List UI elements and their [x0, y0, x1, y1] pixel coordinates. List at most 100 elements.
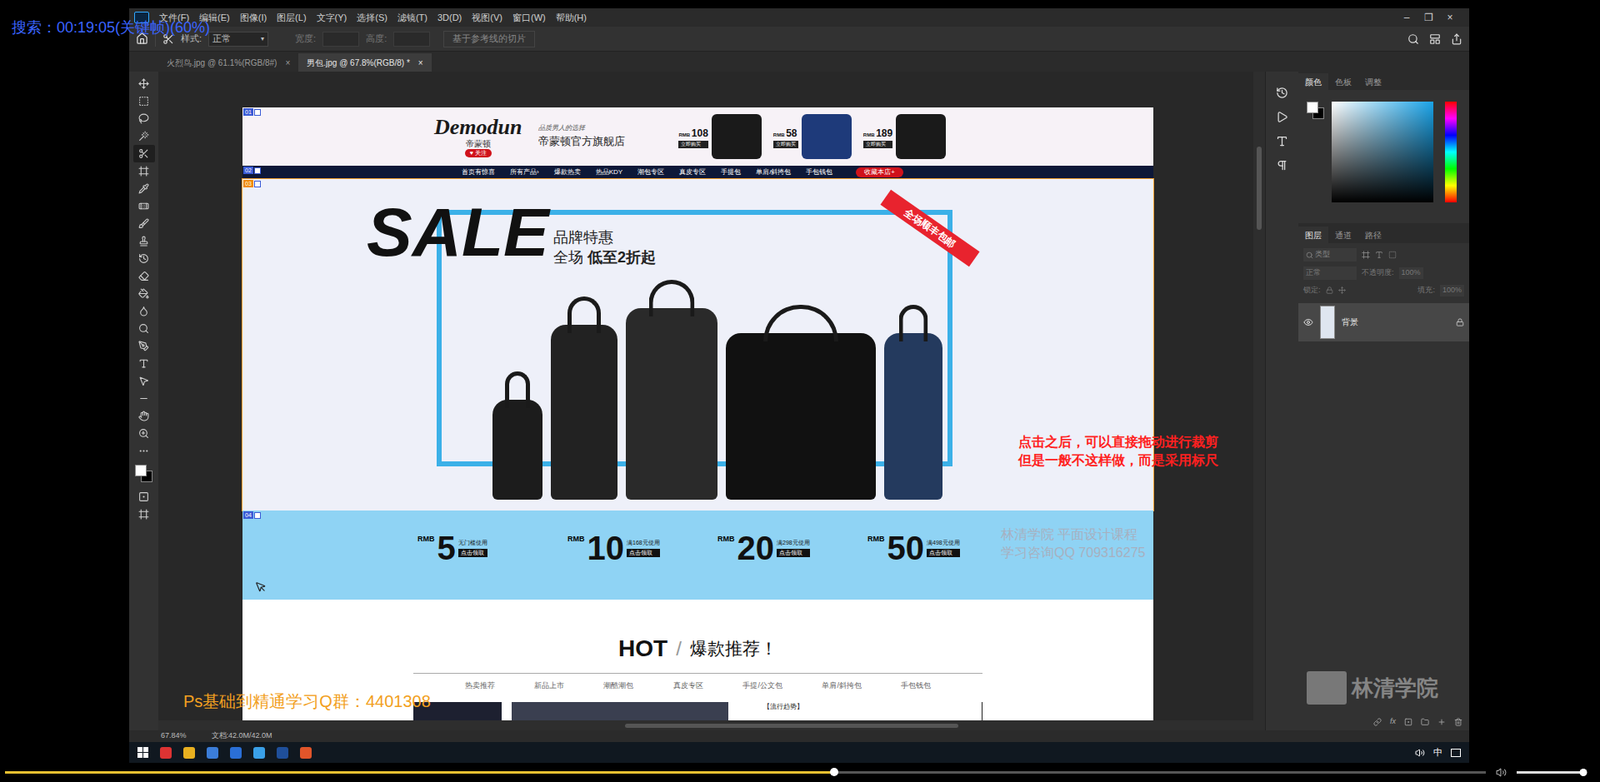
player-volume-icon[interactable] — [1495, 767, 1507, 779]
window-control[interactable]: – — [1395, 10, 1418, 25]
windows-start-icon[interactable] — [137, 747, 149, 759]
nav-item[interactable]: 真皮专区 — [679, 167, 706, 178]
menu-item[interactable]: 图像(I) — [235, 10, 272, 25]
panel-tab[interactable]: 通道 — [1328, 226, 1359, 244]
window-control[interactable]: × — [1439, 10, 1461, 25]
tool-button[interactable] — [133, 92, 155, 110]
hot-tab[interactable]: 新品上市 — [534, 680, 565, 693]
panel-tab[interactable]: 颜色 — [1298, 73, 1329, 90]
tab-close[interactable]: × — [285, 56, 290, 70]
window-control[interactable]: ❐ — [1417, 10, 1440, 25]
coupon[interactable]: RMB5无门槛使用点击领取 — [417, 529, 540, 568]
tool-button[interactable] — [133, 390, 155, 408]
nav-item[interactable]: 所有产品› — [510, 167, 540, 178]
slice-label[interactable]: 01 — [243, 108, 261, 116]
color-swatches[interactable] — [135, 465, 154, 484]
nav-item[interactable]: 热品KDY — [595, 167, 623, 178]
screen-mode-icon[interactable] — [138, 509, 150, 520]
coupon[interactable]: RMB20满298元使用点击领取 — [717, 529, 840, 568]
tool-button[interactable] — [133, 267, 155, 285]
panel-tab[interactable]: 路径 — [1358, 226, 1389, 244]
tool-button[interactable] — [133, 442, 155, 460]
progress-bar[interactable] — [5, 771, 1486, 775]
panel-tab[interactable]: 调整 — [1358, 73, 1389, 90]
layer-row[interactable]: 背景 — [1298, 303, 1470, 342]
fx-icon[interactable]: fx — [1390, 716, 1396, 729]
header-product[interactable]: RMB 108立即购买 — [678, 114, 761, 160]
coupon[interactable]: RMB50满498元使用点击领取 — [867, 529, 990, 568]
tool-button[interactable] — [133, 337, 155, 355]
menu-item[interactable]: 选择(S) — [351, 10, 393, 25]
nav-item[interactable]: 手包钱包 — [805, 167, 833, 178]
visibility-icon[interactable] — [1303, 317, 1314, 328]
tab-close[interactable]: × — [418, 56, 424, 70]
character-icon[interactable] — [1275, 135, 1289, 148]
header-product[interactable]: RMB 189立即购买 — [863, 114, 946, 160]
link-icon[interactable] — [1373, 718, 1382, 727]
hot-tab[interactable]: 手提/公文包 — [742, 680, 783, 693]
mask-icon[interactable] — [1404, 718, 1413, 727]
follow-badge[interactable]: ♥ 关注 — [465, 149, 492, 158]
new-layer-icon[interactable] — [1437, 718, 1446, 727]
blend-mode[interactable]: 正常 — [1303, 266, 1357, 280]
tool-button[interactable] — [133, 372, 155, 390]
search-icon[interactable] — [1407, 33, 1420, 45]
header-product[interactable]: RMB 58立即购买 — [773, 114, 852, 160]
tool-button[interactable] — [133, 127, 155, 145]
coupon[interactable]: RMB10满168元使用点击领取 — [567, 529, 690, 568]
hot-tab[interactable]: 热卖推荐 — [465, 680, 495, 693]
tool-button[interactable] — [133, 425, 155, 443]
nav-item[interactable]: 手提包 — [720, 167, 741, 178]
menu-item[interactable]: 视图(V) — [466, 10, 508, 25]
tool-button[interactable] — [133, 320, 155, 338]
ime-indicator[interactable]: 中 — [1433, 745, 1443, 760]
volume-slider[interactable] — [1516, 771, 1587, 775]
tool-button[interactable] — [133, 215, 155, 233]
taskbar-app-icon[interactable] — [300, 747, 312, 760]
slice-label[interactable]: 04 — [243, 511, 261, 520]
tool-button[interactable] — [133, 302, 155, 320]
menu-item[interactable]: 3D(D) — [432, 10, 467, 25]
tool-button[interactable] — [133, 75, 155, 93]
tool-button[interactable] — [133, 180, 155, 198]
tool-button[interactable] — [133, 145, 155, 163]
panel-tab[interactable]: 色板 — [1328, 73, 1359, 90]
trash-icon[interactable] — [1454, 718, 1463, 727]
taskbar-app-icon[interactable] — [206, 747, 219, 760]
nav-item[interactable]: 潮包专区 — [637, 167, 665, 178]
height-input[interactable] — [393, 31, 430, 47]
hot-tab[interactable]: 单肩/斜挎包 — [821, 680, 862, 693]
tool-button[interactable] — [133, 197, 155, 215]
taskbar-app-icon[interactable] — [160, 747, 172, 760]
taskbar-app-icon[interactable] — [276, 747, 289, 760]
hot-tab[interactable]: 手包钱包 — [900, 680, 931, 693]
tool-button[interactable] — [133, 407, 155, 425]
history-icon[interactable] — [1275, 86, 1289, 100]
actions-icon[interactable] — [1275, 110, 1289, 124]
paragraph-icon[interactable] — [1275, 159, 1289, 172]
width-input[interactable] — [322, 31, 360, 47]
hot-tab[interactable]: 潮酷潮包 — [603, 680, 634, 693]
taskbar-app-icon[interactable] — [253, 747, 265, 760]
menu-item[interactable]: 文字(Y) — [311, 10, 353, 25]
notification-icon[interactable] — [1450, 749, 1461, 758]
tool-button[interactable] — [133, 250, 155, 268]
horizontal-scrollbar[interactable] — [158, 720, 1265, 731]
workspace-icon[interactable] — [1429, 33, 1441, 45]
menu-item[interactable]: 滤镜(T) — [392, 10, 433, 25]
layer-filter[interactable]: 类型 — [1303, 248, 1357, 262]
vertical-scrollbar[interactable] — [1253, 71, 1265, 721]
slice-label[interactable]: 03 — [243, 180, 261, 188]
group-icon[interactable] — [1420, 718, 1430, 727]
menu-item[interactable]: 图层(L) — [271, 10, 311, 25]
document-tab[interactable]: 男包.jpg @ 67.8%(RGB/8) *× — [298, 53, 431, 72]
menu-item[interactable]: 帮助(H) — [550, 10, 592, 25]
tool-button[interactable] — [133, 355, 155, 373]
tool-button[interactable] — [133, 232, 155, 250]
color-field[interactable] — [1331, 101, 1434, 203]
tool-button[interactable] — [133, 162, 155, 180]
hue-slider[interactable] — [1445, 101, 1457, 203]
nav-item[interactable]: 爆款热卖 — [554, 167, 581, 178]
guide-slices-button[interactable]: 基于参考线的切片 — [443, 30, 535, 48]
taskbar-app-icon[interactable] — [230, 747, 242, 760]
